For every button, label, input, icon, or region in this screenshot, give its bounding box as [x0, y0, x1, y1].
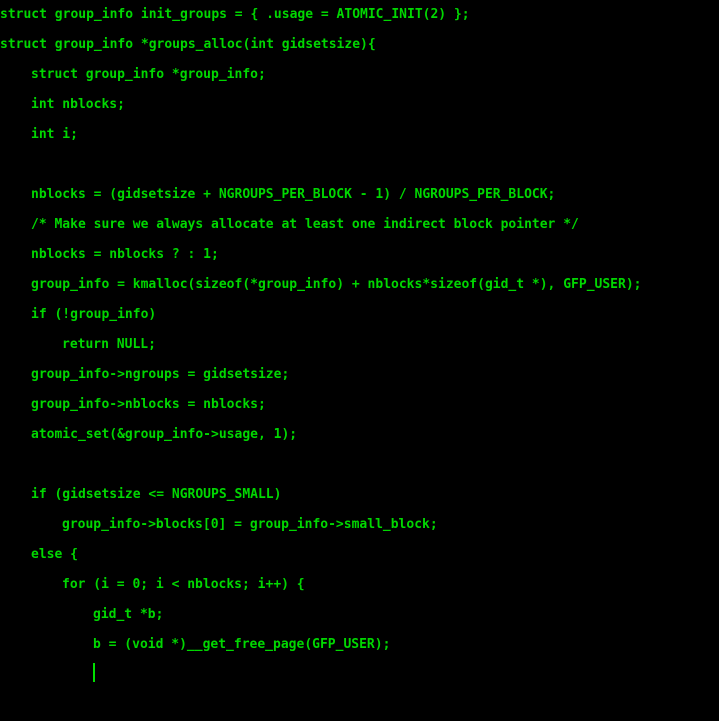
- code-line-text: group_info->ngroups = gidsetsize;: [31, 367, 290, 382]
- code-line-text: group_info->nblocks = nblocks;: [31, 397, 266, 412]
- code-line[interactable]: else {: [0, 540, 719, 570]
- code-line[interactable]: group_info->ngroups = gidsetsize;: [0, 360, 719, 390]
- code-line-text: gid_t *b;: [93, 607, 164, 622]
- code-line-text: for (i = 0; i < nblocks; i++) {: [62, 577, 305, 592]
- code-line-text: if (gidsetsize <= NGROUPS_SMALL): [31, 487, 282, 502]
- code-line[interactable]: return NULL;: [0, 330, 719, 360]
- code-line[interactable]: struct group_info *group_info;: [0, 60, 719, 90]
- code-line[interactable]: if (!group_info): [0, 300, 719, 330]
- code-line-text: int i;: [31, 127, 78, 142]
- code-line[interactable]: group_info->blocks[0] = group_info->smal…: [0, 510, 719, 540]
- code-line[interactable]: gid_t *b;: [0, 600, 719, 630]
- code-line[interactable]: group_info = kmalloc(sizeof(*group_info)…: [0, 270, 719, 300]
- code-line-text: return NULL;: [62, 337, 156, 352]
- code-line[interactable]: struct group_info init_groups = { .usage…: [0, 0, 719, 30]
- code-line-text: /* Make sure we always allocate at least…: [31, 217, 579, 232]
- code-line-text: struct group_info init_groups = { .usage…: [0, 7, 470, 22]
- code-line[interactable]: group_info->nblocks = nblocks;: [0, 390, 719, 420]
- code-line-text: group_info->blocks[0] = group_info->smal…: [62, 517, 438, 532]
- code-line-text: else {: [31, 547, 78, 562]
- code-line[interactable]: struct group_info *groups_alloc(int gids…: [0, 30, 719, 60]
- code-line-text: group_info = kmalloc(sizeof(*group_info)…: [31, 277, 642, 292]
- code-line-text: nblocks = nblocks ? : 1;: [31, 247, 219, 262]
- code-line[interactable]: b = (void *)__get_free_page(GFP_USER);: [0, 630, 719, 660]
- code-line[interactable]: nblocks = nblocks ? : 1;: [0, 240, 719, 270]
- code-line[interactable]: atomic_set(&group_info->usage, 1);: [0, 420, 719, 450]
- code-line-text: int nblocks;: [31, 97, 125, 112]
- code-line-text: nblocks = (gidsetsize + NGROUPS_PER_BLOC…: [31, 187, 556, 202]
- code-line[interactable]: /* Make sure we always allocate at least…: [0, 210, 719, 240]
- code-line[interactable]: for (i = 0; i < nblocks; i++) {: [0, 570, 719, 600]
- code-line-text: struct group_info *group_info;: [31, 67, 266, 82]
- code-line-text: b = (void *)__get_free_page(GFP_USER);: [93, 637, 391, 652]
- code-line[interactable]: [0, 450, 719, 480]
- code-line-text: atomic_set(&group_info->usage, 1);: [31, 427, 298, 442]
- code-line-text: struct group_info *groups_alloc(int gids…: [0, 37, 376, 52]
- code-line[interactable]: int nblocks;: [0, 90, 719, 120]
- code-line[interactable]: nblocks = (gidsetsize + NGROUPS_PER_BLOC…: [0, 180, 719, 210]
- code-line[interactable]: [0, 660, 719, 690]
- code-line[interactable]: [0, 690, 719, 720]
- code-line[interactable]: int i;: [0, 120, 719, 150]
- code-line[interactable]: if (gidsetsize <= NGROUPS_SMALL): [0, 480, 719, 510]
- code-line-text: if (!group_info): [31, 307, 157, 322]
- text-caret-icon: [93, 663, 95, 682]
- code-line[interactable]: [0, 150, 719, 180]
- code-editor-surface[interactable]: struct group_info init_groups = { .usage…: [0, 0, 719, 721]
